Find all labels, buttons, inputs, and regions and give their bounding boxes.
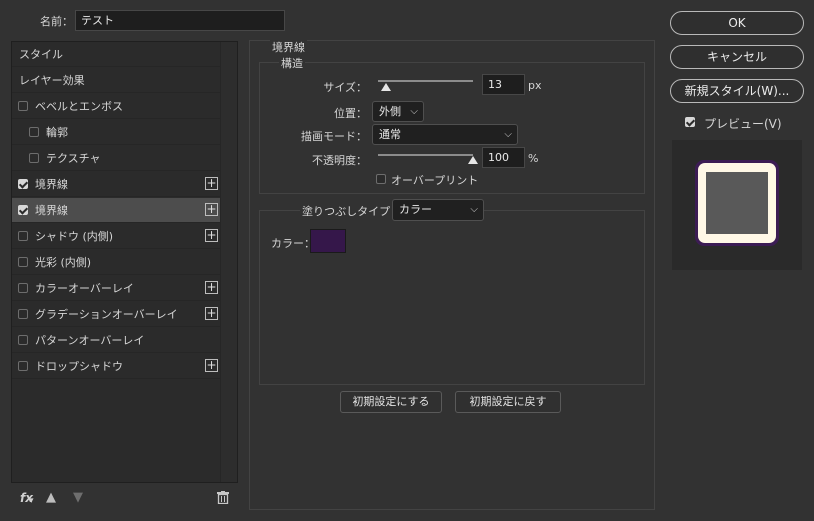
preview-fill (706, 172, 768, 234)
effect-item-checkbox[interactable] (18, 361, 28, 371)
opacity-label: 不透明度： (312, 154, 367, 167)
effect-item-label: ベベルとエンボス (35, 100, 123, 113)
effect-item[interactable]: ドロップシャドウ + (12, 354, 222, 379)
fill-type-select-value: カラー (399, 203, 432, 216)
effect-item-checkbox[interactable] (18, 231, 28, 241)
trash-icon[interactable] (217, 491, 229, 504)
section-title-stroke: 境界線 (270, 39, 307, 55)
preview-inner-stroke (698, 163, 776, 243)
name-input[interactable]: テスト (75, 10, 285, 31)
add-effect-icon[interactable]: + (205, 229, 218, 242)
effect-item[interactable]: 境界線 + (12, 198, 222, 223)
fill-type-label: 塗りつぶしタイプ： (300, 203, 404, 219)
effect-item-label: カラーオーバーレイ (35, 282, 134, 295)
position-select[interactable]: 外側 ⌵ (372, 101, 424, 122)
size-input[interactable]: 13 (482, 74, 525, 95)
opacity-slider-track[interactable] (378, 154, 473, 156)
preview-outer-stroke (695, 160, 779, 246)
opacity-slider-thumb[interactable] (468, 156, 478, 164)
effect-item[interactable]: 光彩 (内側) (12, 250, 222, 275)
reset-to-default-button[interactable]: 初期設定に戻す (455, 391, 561, 413)
move-down-icon[interactable]: ▼ (73, 490, 83, 505)
effect-item-label: ドロップシャドウ (35, 360, 123, 373)
opacity-input[interactable]: 100 (482, 147, 525, 168)
add-effect-icon[interactable]: + (205, 359, 218, 372)
effect-item-checkbox[interactable] (18, 335, 28, 345)
effect-item[interactable]: テクスチャ (12, 146, 222, 171)
preview-label: プレビュー(V) (704, 117, 782, 131)
effect-item-checkbox[interactable] (29, 153, 39, 163)
opacity-unit: % (528, 152, 539, 165)
effect-item-label: 境界線 (35, 204, 68, 217)
effect-item-checkbox[interactable] (18, 179, 28, 189)
stroke-color-swatch[interactable] (310, 229, 346, 253)
list-header-blending-options[interactable]: レイヤー効果 (12, 68, 222, 93)
move-up-icon[interactable]: ▲ (46, 490, 56, 505)
size-slider-track[interactable] (378, 80, 473, 82)
effect-item-label: グラデーションオーバーレイ (35, 308, 178, 321)
preview-checkbox[interactable] (685, 117, 695, 127)
effect-item[interactable]: パターンオーバーレイ (12, 328, 222, 353)
effect-item-checkbox[interactable] (18, 309, 28, 319)
effect-item[interactable]: 輪郭 (12, 120, 222, 145)
styles-list: スタイル レイヤー効果 ベベルとエンボス 輪郭 テクスチャ 境界線 + 境界線 + シャドウ … (11, 41, 238, 483)
size-slider-thumb[interactable] (380, 83, 391, 91)
add-effect-icon[interactable]: + (205, 203, 218, 216)
size-unit: px (528, 79, 542, 92)
blend-mode-label: 描画モード： (301, 130, 367, 143)
blend-mode-select-value: 通常 (379, 128, 401, 141)
add-effect-icon[interactable]: + (205, 177, 218, 190)
blend-mode-select[interactable]: 通常 ⌵ (372, 124, 518, 145)
effect-item-checkbox[interactable] (18, 101, 28, 111)
effect-item-checkbox[interactable] (18, 283, 28, 293)
ok-button[interactable]: OK (670, 11, 804, 35)
effect-item[interactable]: 境界線 + (12, 172, 222, 197)
effect-item-checkbox[interactable] (29, 127, 39, 137)
chevron-down-icon: ⌵ (470, 204, 478, 215)
list-scrollbar[interactable] (220, 42, 237, 482)
list-header-styles[interactable]: スタイル (12, 42, 222, 67)
position-label: 位置： (334, 107, 367, 120)
cancel-button[interactable]: キャンセル (670, 45, 804, 69)
chevron-down-icon: ⌵ (504, 129, 512, 140)
name-label: 名前： (40, 15, 73, 28)
effect-item-label: 輪郭 (46, 126, 68, 139)
overprint-label: オーバープリント (391, 174, 479, 187)
effect-item-label: シャドウ (内側) (35, 230, 114, 243)
effect-item[interactable]: ベベルとエンボス (12, 94, 222, 119)
add-effect-icon[interactable]: + (205, 281, 218, 294)
effect-item-checkbox[interactable] (18, 257, 28, 267)
effect-item[interactable]: カラーオーバーレイ + (12, 276, 222, 301)
effect-item-label: パターンオーバーレイ (35, 334, 145, 347)
effect-item-label: 光彩 (内側) (35, 256, 92, 269)
style-preview-area (672, 140, 802, 270)
fill-type-select[interactable]: カラー ⌵ (392, 199, 484, 221)
structure-title: 構造 (279, 55, 305, 71)
effect-item-label: テクスチャ (46, 152, 101, 165)
effect-item[interactable]: シャドウ (内側) + (12, 224, 222, 249)
new-style-button[interactable]: 新規スタイル(W)... (670, 79, 804, 103)
add-effect-icon[interactable]: + (205, 307, 218, 320)
overprint-checkbox[interactable] (376, 174, 386, 184)
color-label: カラー： (271, 237, 315, 250)
chevron-down-icon: ⌵ (410, 106, 418, 117)
fx-dropdown-icon[interactable]: ▾ (29, 496, 34, 506)
make-default-button[interactable]: 初期設定にする (340, 391, 442, 413)
size-label: サイズ： (323, 81, 367, 94)
effect-item-checkbox[interactable] (18, 205, 28, 215)
effect-item[interactable]: グラデーションオーバーレイ + (12, 302, 222, 327)
position-select-value: 外側 (379, 105, 401, 118)
effect-item-label: 境界線 (35, 178, 68, 191)
